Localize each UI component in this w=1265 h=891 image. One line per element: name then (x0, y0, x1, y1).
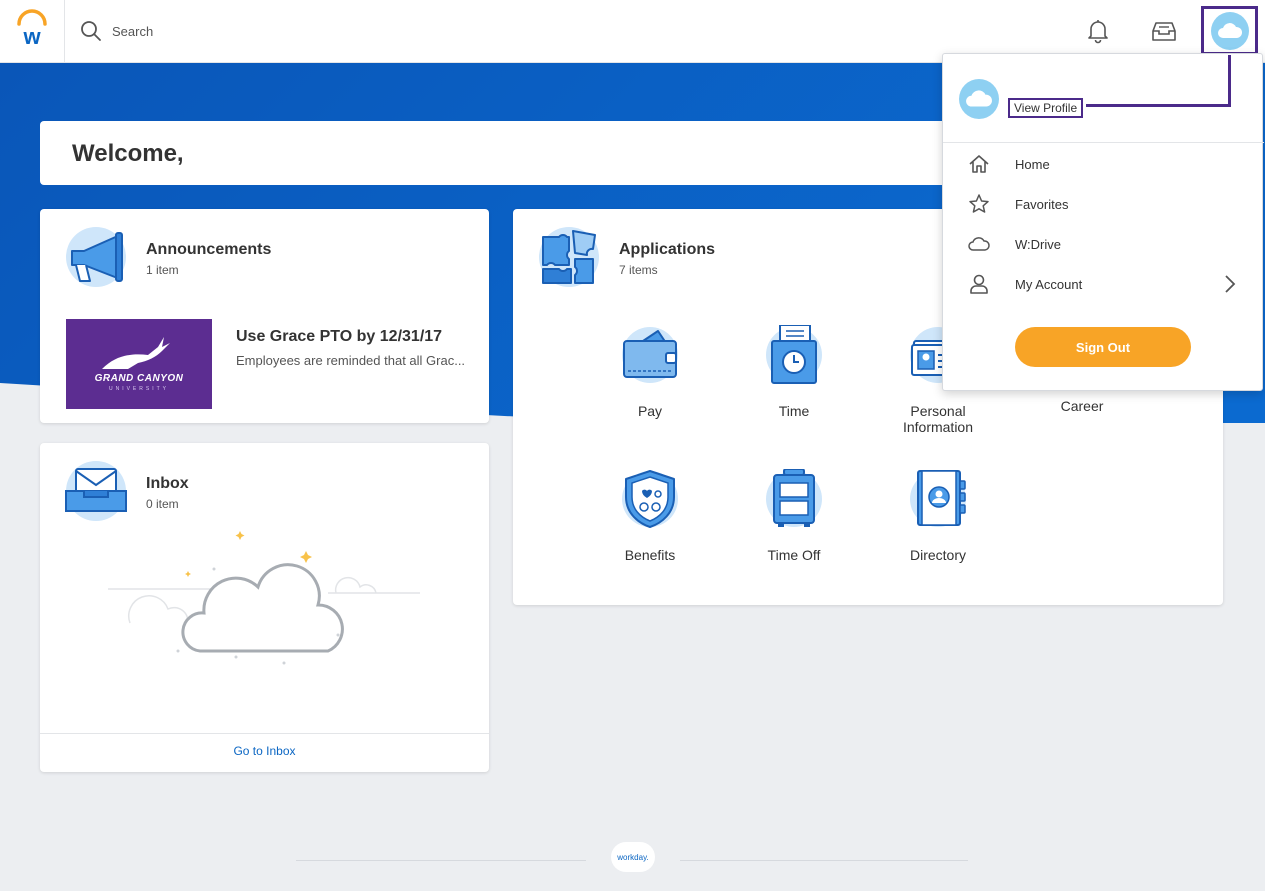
app-label: Directory (909, 547, 966, 563)
app-directory[interactable]: Directory (878, 469, 998, 563)
empty-inbox-cloud-illustration (108, 531, 420, 665)
profile-avatar-button[interactable] (1201, 6, 1258, 55)
inbox-tray-icon (1152, 22, 1176, 41)
menu-item-favorites[interactable]: Favorites (943, 184, 1264, 224)
app-benefits[interactable]: Benefits (590, 469, 710, 563)
inbox-title: Inbox (146, 475, 189, 492)
wallet-icon (622, 327, 678, 383)
cloud-icon (968, 237, 990, 251)
inbox-tray-illustration-icon (65, 461, 127, 521)
benefits-shield-icon (622, 470, 678, 528)
announcement-image-text: GRAND CANYON (94, 373, 184, 384)
menu-item-my-account[interactable]: My Account (943, 264, 1264, 304)
time-clock-icon (766, 324, 822, 384)
search-icon (81, 21, 101, 41)
callout-connector-horizontal (1086, 104, 1231, 107)
svg-text:w: w (22, 24, 41, 49)
profile-avatar (959, 79, 999, 119)
go-to-inbox-link[interactable]: Go to Inbox (40, 744, 489, 758)
notifications-button[interactable] (1081, 14, 1115, 48)
app-label: Time (778, 403, 810, 419)
directory-book-icon (910, 470, 966, 527)
workday-logo[interactable]: w (0, 0, 65, 63)
inbox-count: 0 item (146, 497, 179, 511)
star-icon (969, 194, 989, 213)
bell-icon (1088, 20, 1108, 44)
announcements-count: 1 item (146, 263, 179, 277)
app-label: Career (1060, 398, 1104, 414)
puzzle-icon (539, 227, 599, 287)
menu-item-wdrive[interactable]: W:Drive (943, 224, 1264, 264)
page-title: Welcome, (72, 140, 184, 167)
suitcase-icon (766, 468, 822, 527)
callout-connector-vertical (1228, 55, 1231, 107)
inbox-card: Inbox 0 item Go to Inbox (40, 443, 489, 772)
app-time-off[interactable]: Time Off (734, 468, 854, 563)
footer-workday-logo: workday. (611, 842, 655, 872)
announcement-image-subtext: UNIVERSITY (108, 386, 169, 392)
announcements-title: Announcements (146, 241, 272, 258)
app-label: Pay (637, 403, 663, 419)
announcement-headline[interactable]: Use Grace PTO by 12/31/17 (236, 328, 442, 346)
inbox-divider (40, 733, 489, 734)
app-time[interactable]: Time (734, 324, 854, 419)
app-label: Benefits (624, 547, 676, 563)
home-icon (969, 155, 989, 173)
applications-title: Applications (619, 241, 716, 258)
antelope-logo-icon (102, 337, 170, 369)
search-bar[interactable]: Search (80, 20, 153, 42)
footer-divider-left (296, 860, 586, 861)
menu-item-label: My Account (1015, 276, 1083, 292)
chevron-right-icon (1225, 275, 1236, 293)
announcement-body: Employees are reminded that all Grac... (236, 353, 466, 368)
user-icon (970, 274, 988, 294)
view-profile-link[interactable]: View Profile (1008, 98, 1084, 118)
app-label: Time Off (767, 547, 821, 563)
applications-count: 7 items (619, 263, 658, 277)
menu-item-label: Home (1015, 156, 1050, 172)
menu-divider (943, 142, 1264, 143)
inbox-button[interactable] (1147, 14, 1181, 48)
cloud-avatar-icon (1217, 22, 1242, 38)
app-pay[interactable]: Pay (590, 325, 710, 419)
footer-divider-right (680, 860, 968, 861)
menu-item-label: Favorites (1015, 196, 1069, 212)
menu-item-label: W:Drive (1015, 236, 1061, 252)
search-input[interactable]: Search (112, 24, 153, 39)
announcements-card: Announcements 1 item GRAND CANYON UNIVER… (40, 209, 489, 423)
announcement-image[interactable]: GRAND CANYON UNIVERSITY (66, 319, 212, 409)
sign-out-button[interactable]: Sign Out (1015, 327, 1191, 367)
megaphone-icon (66, 227, 126, 287)
menu-item-home[interactable]: Home (943, 144, 1264, 184)
avatar (1210, 11, 1249, 50)
cloud-avatar-icon (966, 90, 992, 107)
app-label: Personal Information (902, 403, 974, 435)
